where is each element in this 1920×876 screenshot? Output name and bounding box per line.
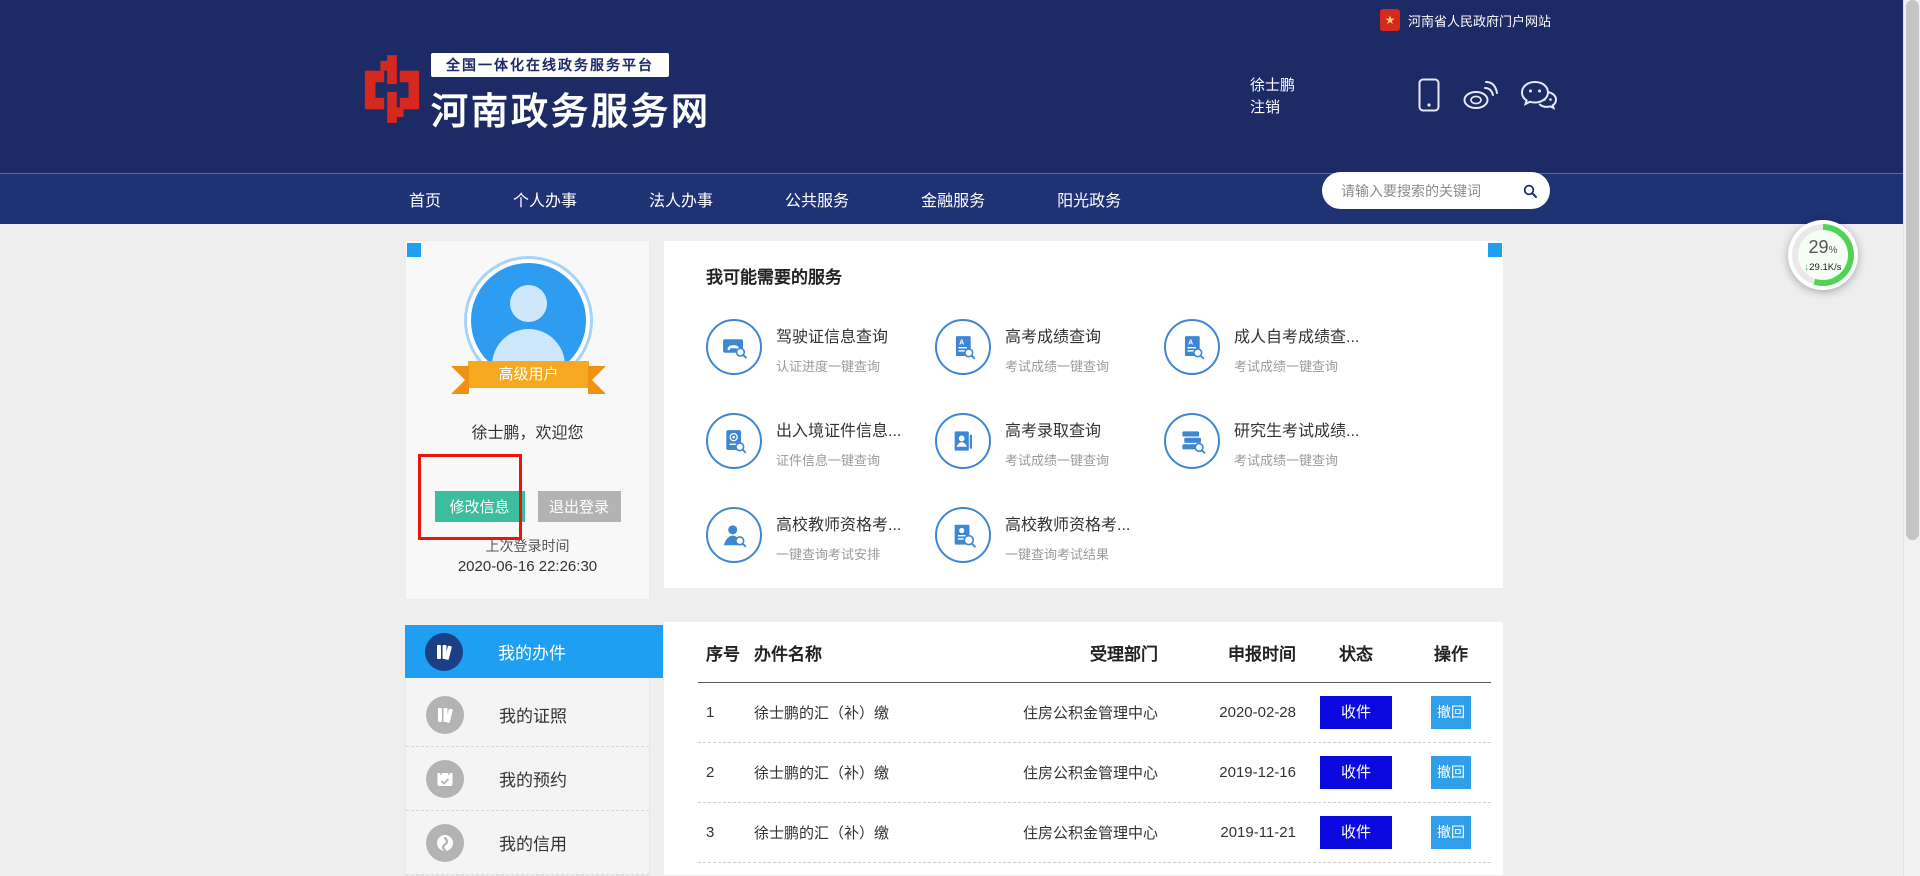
- national-emblem-icon: ★: [1380, 9, 1400, 31]
- my-licenses-icon: [426, 696, 464, 734]
- portal-link[interactable]: 河南省人民政府门户网站: [1408, 11, 1551, 30]
- user-block: 徐士鹏 注销: [1250, 75, 1295, 119]
- user-profile-panel: 高级用户 徐士鹏，欢迎您 修改信息 退出登录 上次登录时间 2020-06-16…: [405, 240, 650, 600]
- svg-text:A: A: [1188, 339, 1193, 346]
- nav-item-finance[interactable]: 金融服务: [921, 187, 985, 211]
- last-login-label: 上次登录时间: [406, 536, 649, 556]
- my-credit-icon: [426, 824, 464, 862]
- col-header-status: 状态: [1296, 640, 1416, 665]
- sidebar-item-my-licenses[interactable]: 我的证照: [406, 683, 649, 747]
- site-header: ★ 河南省人民政府门户网站 全国一体化在线政务服务平台 河南政务服务网 徐士鹏 …: [0, 0, 1920, 173]
- service-postgrad-score[interactable]: 研究生考试成绩... 考试成绩一键查询: [1164, 407, 1393, 501]
- withdraw-button[interactable]: 撤回: [1431, 696, 1471, 729]
- search-icon[interactable]: [1522, 179, 1538, 203]
- main-navbar: 首页 个人办事 法人办事 公共服务 金融服务 阳光政务: [0, 173, 1920, 224]
- services-grid: 驾驶证信息查询 认证进度一键查询 A 高考成绩查询 考试成绩一键查询: [706, 313, 1393, 595]
- my-items-icon: [425, 633, 463, 671]
- table-row: 3 徐士鹏的汇（补）缴 住房公积金管理中心 2019-11-21 收件 撤回: [698, 803, 1491, 863]
- download-speed: ↓29.1K/s: [1805, 262, 1842, 273]
- passport-icon: [706, 413, 762, 469]
- person-search-icon: [706, 507, 762, 563]
- status-badge: 收件: [1320, 696, 1392, 729]
- nav-items: 首页 个人办事 法人办事 公共服务 金融服务 阳光政务: [409, 174, 1121, 224]
- table-row: 2 徐士鹏的汇（补）缴 住房公积金管理中心 2019-12-16 收件 撤回: [698, 743, 1491, 803]
- my-items-table-panel: 序号 办件名称 受理部门 申报时间 状态 操作 1 徐士鹏的汇（补）缴 住房公积…: [663, 621, 1504, 876]
- user-name: 徐士鹏: [1250, 75, 1295, 97]
- status-badge: 收件: [1320, 756, 1392, 789]
- service-adult-exam-score[interactable]: A 成人自考成绩查... 考试成绩一键查询: [1164, 313, 1393, 407]
- edit-info-button[interactable]: 修改信息: [435, 491, 525, 522]
- service-driver-license[interactable]: 驾驶证信息查询 认证进度一键查询: [706, 313, 935, 407]
- id-doc-search-icon: [935, 507, 991, 563]
- site-title: 河南政务服务网: [431, 81, 711, 135]
- last-login-time: 2020-06-16 22:26:30: [406, 558, 649, 575]
- logo-banner: 全国一体化在线政务服务平台: [431, 53, 669, 77]
- service-teacher-cert-schedule[interactable]: 高校教师资格考... 一键查询考试安排: [706, 501, 935, 595]
- nav-item-legal[interactable]: 法人办事: [649, 187, 713, 211]
- wechat-icon[interactable]: [1520, 80, 1558, 111]
- logout-button[interactable]: 退出登录: [538, 491, 621, 522]
- sidebar-item-my-appointments[interactable]: 我的预约: [406, 747, 649, 811]
- my-appointments-icon: [426, 760, 464, 798]
- progress-percent: 29%: [1809, 238, 1838, 260]
- weibo-icon[interactable]: [1462, 80, 1498, 110]
- service-exit-entry-doc[interactable]: 出入境证件信息... 证件信息一键查询: [706, 407, 935, 501]
- site-logo[interactable]: 全国一体化在线政务服务平台 河南政务服务网: [361, 53, 711, 135]
- user-level-badge: 高级用户: [468, 361, 589, 388]
- exam-score-icon: A: [935, 319, 991, 375]
- table-header-row: 序号 办件名称 受理部门 申报时间 状态 操作: [698, 622, 1491, 683]
- search-box: [1322, 172, 1550, 209]
- id-card-person-icon: [935, 413, 991, 469]
- service-teacher-cert-result[interactable]: 高校教师资格考... 一键查询考试结果: [935, 501, 1164, 595]
- sidebar-item-my-items[interactable]: 我的办件: [405, 625, 668, 678]
- corner-handle-right: [1488, 243, 1502, 257]
- mobile-app-icon[interactable]: [1418, 78, 1440, 112]
- profile-buttons: 修改信息 退出登录: [406, 491, 649, 522]
- sidebar-item-my-credit[interactable]: 我的信用: [406, 811, 649, 875]
- services-panel: 我可能需要的服务 驾驶证信息查询 认证进度一键查询: [663, 240, 1504, 589]
- table-row: 1 徐士鹏的汇（补）缴 住房公积金管理中心 2020-02-28 收件 撤回: [698, 683, 1491, 743]
- progress-ring: 29% ↓29.1K/s: [1792, 224, 1854, 286]
- sidebar-menu: 我的办件 我的证照 我的预约: [405, 625, 650, 876]
- corner-handle-left: [407, 243, 421, 257]
- welcome-text: 徐士鹏，欢迎您: [406, 419, 649, 443]
- col-header-dept: 受理部门: [966, 640, 1158, 665]
- svg-text:A: A: [959, 339, 964, 346]
- services-title: 我可能需要的服务: [706, 263, 842, 288]
- withdraw-button[interactable]: 撤回: [1431, 816, 1471, 849]
- adult-exam-icon: A: [1164, 319, 1220, 375]
- search-input[interactable]: [1341, 183, 1522, 199]
- scrollbar-thumb[interactable]: [1906, 0, 1919, 540]
- nav-item-home[interactable]: 首页: [409, 187, 441, 211]
- withdraw-button[interactable]: 撤回: [1431, 756, 1471, 789]
- driver-license-icon: [706, 319, 762, 375]
- col-header-no: 序号: [698, 640, 754, 665]
- portal-row: ★ 河南省人民政府门户网站: [1380, 9, 1551, 31]
- service-gaokao-admission[interactable]: 高考录取查询 考试成绩一键查询: [935, 407, 1164, 501]
- col-header-name: 办件名称: [754, 640, 966, 665]
- scrollbar-track[interactable]: [1903, 0, 1920, 876]
- col-header-date: 申报时间: [1158, 640, 1296, 665]
- service-gaokao-score[interactable]: A 高考成绩查询 考试成绩一键查询: [935, 313, 1164, 407]
- nav-item-personal[interactable]: 个人办事: [513, 187, 577, 211]
- logo-text: 全国一体化在线政务服务平台 河南政务服务网: [431, 53, 711, 135]
- nav-item-public[interactable]: 公共服务: [785, 187, 849, 211]
- books-stack-icon: [1164, 413, 1220, 469]
- header-icons: [1418, 78, 1558, 112]
- avatar-head: [510, 285, 547, 322]
- download-progress-widget[interactable]: 29% ↓29.1K/s: [1788, 220, 1858, 290]
- logo-mark-icon: [361, 53, 423, 125]
- col-header-action: 操作: [1416, 640, 1486, 665]
- nav-item-sunshine[interactable]: 阳光政务: [1057, 187, 1121, 211]
- status-badge: 收件: [1320, 816, 1392, 849]
- logout-link[interactable]: 注销: [1250, 97, 1295, 119]
